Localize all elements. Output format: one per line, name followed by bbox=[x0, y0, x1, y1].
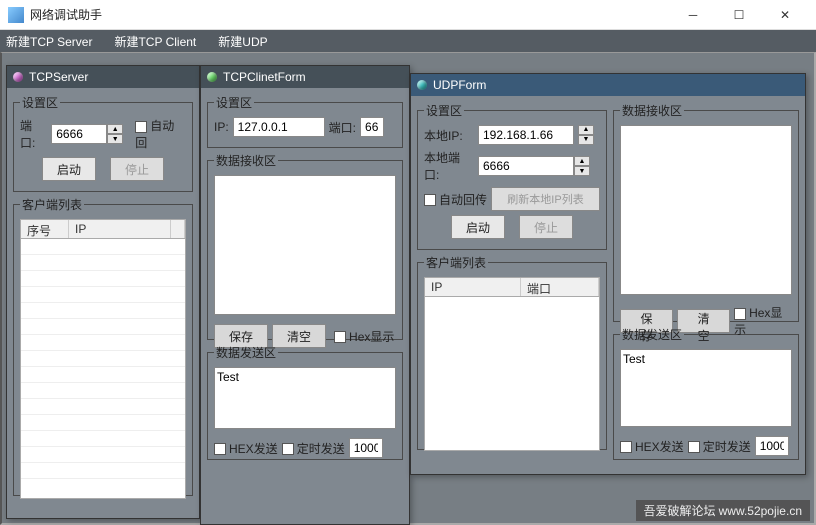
tcp-client-title: TCPClinetForm bbox=[223, 70, 306, 84]
udp-titlebar[interactable]: UDPForm bbox=[411, 74, 805, 96]
udp-port-stepper[interactable]: ▲▼ bbox=[478, 156, 590, 176]
title-bar: 网络调试助手 ─ ☐ ✕ bbox=[0, 0, 816, 30]
refresh-ip-button: 刷新本地IP列表 bbox=[491, 187, 600, 211]
menu-new-tcp-client[interactable]: 新建TCP Client bbox=[114, 33, 196, 50]
udp-window: UDPForm 设置区 本地IP: ▲▼ 本地端口: ▲▼ bbox=[410, 73, 806, 475]
udp-clear-button[interactable]: 清空 bbox=[677, 309, 730, 333]
udp-timed-send-checkbox[interactable] bbox=[688, 441, 700, 453]
client-list-body[interactable] bbox=[20, 239, 186, 499]
tcp-client-window: TCPClinetForm 设置区 IP: 端口: 数据接收区 保存 清空 He… bbox=[200, 65, 410, 525]
timer-input[interactable] bbox=[349, 438, 383, 458]
tcp-client-settings: 设置区 IP: 端口: bbox=[207, 94, 403, 148]
auto-reply-checkbox[interactable] bbox=[424, 194, 436, 206]
udp-title: UDPForm bbox=[433, 78, 486, 92]
menu-bar: 新建TCP Server 新建TCP Client 新建UDP bbox=[0, 30, 816, 52]
watermark: 吾爱破解论坛 www.52pojie.cn bbox=[636, 500, 810, 521]
tcp-client-send-text[interactable]: Test bbox=[214, 367, 396, 429]
tcp-client-recv-text[interactable] bbox=[214, 175, 396, 315]
maximize-button[interactable]: ☐ bbox=[716, 0, 762, 30]
hex-show-checkbox[interactable] bbox=[334, 331, 346, 343]
udp-ip-input[interactable] bbox=[478, 125, 574, 145]
udp-client-list-body[interactable] bbox=[424, 297, 600, 451]
udp-recv-group: 数据接收区 保存 清空 Hex显示 bbox=[613, 102, 799, 322]
close-button[interactable]: ✕ bbox=[762, 0, 808, 30]
minimize-button[interactable]: ─ bbox=[670, 0, 716, 30]
port-stepper[interactable]: ▲▼ bbox=[51, 124, 123, 144]
recv-group: 数据接收区 保存 清空 Hex显示 bbox=[207, 152, 403, 340]
dot-icon bbox=[417, 80, 427, 90]
udp-client-list: 客户端列表 IP 端口 bbox=[417, 254, 607, 450]
tcp-client-port-input[interactable] bbox=[360, 117, 384, 137]
menu-new-tcp-server[interactable]: 新建TCP Server bbox=[6, 33, 92, 50]
tcp-server-start-button[interactable]: 启动 bbox=[42, 157, 96, 181]
udp-start-button[interactable]: 启动 bbox=[451, 215, 505, 239]
dot-icon bbox=[207, 72, 217, 82]
auto-checkbox[interactable] bbox=[135, 121, 147, 133]
dot-icon bbox=[13, 72, 23, 82]
udp-recv-text[interactable] bbox=[620, 125, 792, 295]
client-list-header: 序号 IP bbox=[20, 219, 186, 239]
send-group: 数据发送区 Test HEX发送 定时发送 bbox=[207, 344, 403, 460]
hex-send-checkbox[interactable] bbox=[214, 443, 226, 455]
window-title: 网络调试助手 bbox=[30, 6, 670, 23]
tcp-client-titlebar[interactable]: TCPClinetForm bbox=[201, 66, 409, 88]
app-icon bbox=[8, 7, 24, 23]
udp-send-text[interactable]: Test bbox=[620, 349, 792, 427]
udp-port-input[interactable] bbox=[478, 156, 574, 176]
tcp-server-title: TCPServer bbox=[29, 70, 88, 84]
udp-settings: 设置区 本地IP: ▲▼ 本地端口: ▲▼ 自动回传 bbox=[417, 102, 607, 250]
tcp-server-window: TCPServer 设置区 端口: ▲▼ 自动回 启动 停止 bbox=[6, 65, 200, 519]
menu-new-udp[interactable]: 新建UDP bbox=[218, 33, 267, 50]
tcp-server-settings: 设置区 端口: ▲▼ 自动回 启动 停止 bbox=[13, 94, 193, 192]
timed-send-checkbox[interactable] bbox=[282, 443, 294, 455]
tcp-client-ip-input[interactable] bbox=[233, 117, 325, 137]
tcp-server-stop-button: 停止 bbox=[110, 157, 164, 181]
udp-stop-button: 停止 bbox=[519, 215, 573, 239]
udp-hex-send-checkbox[interactable] bbox=[620, 441, 632, 453]
tcp-server-port-input[interactable] bbox=[51, 124, 107, 144]
udp-send-group: 数据发送区 Test HEX发送 定时发送 bbox=[613, 326, 799, 460]
client-list-group: 客户端列表 序号 IP bbox=[13, 196, 193, 496]
udp-timer-input[interactable] bbox=[755, 436, 789, 456]
clear-button[interactable]: 清空 bbox=[272, 324, 326, 348]
tcp-server-titlebar[interactable]: TCPServer bbox=[7, 66, 199, 88]
mdi-area: TCPServer 设置区 端口: ▲▼ 自动回 启动 停止 bbox=[0, 52, 816, 525]
udp-hex-show-checkbox[interactable] bbox=[734, 308, 746, 320]
